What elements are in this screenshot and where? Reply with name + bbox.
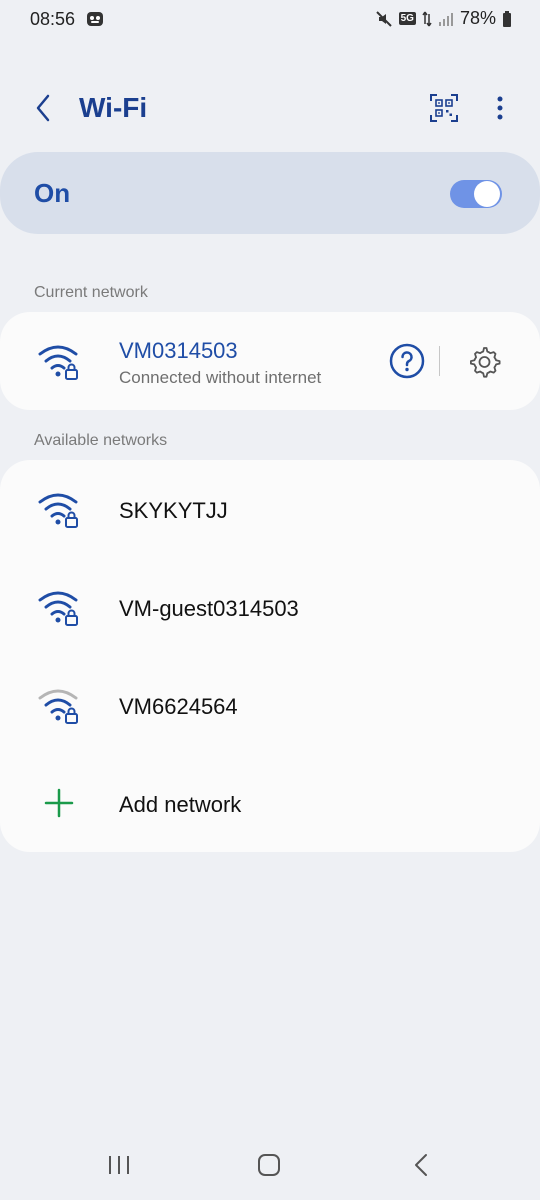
question-circle-icon bbox=[389, 343, 425, 379]
plus-icon bbox=[44, 788, 74, 818]
qr-code-icon bbox=[430, 94, 458, 122]
network-type-badge: 5G bbox=[398, 12, 416, 25]
add-network-row[interactable]: Add network bbox=[0, 754, 540, 852]
available-networks-card: SKYKYTJJ VM-guest0314503 VM6624564 Add n… bbox=[0, 460, 540, 852]
help-button[interactable] bbox=[388, 342, 426, 380]
network-row-3[interactable]: VM6624564 bbox=[0, 656, 540, 754]
toggle-knob bbox=[474, 181, 500, 207]
vertical-divider bbox=[439, 346, 440, 376]
current-network-row[interactable]: VM0314503 Connected without internet bbox=[0, 312, 540, 410]
home-icon[interactable] bbox=[254, 1150, 284, 1180]
network-row-2[interactable]: VM-guest0314503 bbox=[0, 558, 540, 656]
wifi-toggle-switch[interactable] bbox=[450, 180, 502, 208]
add-network-label: Add network bbox=[119, 792, 242, 817]
network-name: VM-guest0314503 bbox=[119, 596, 299, 621]
battery-percent: 78% bbox=[459, 8, 496, 28]
network-name: VM6624564 bbox=[119, 694, 238, 719]
status-bar: 08:56 5G 78% bbox=[0, 0, 540, 40]
wifi-lock-icon bbox=[38, 345, 78, 380]
back-icon[interactable] bbox=[406, 1150, 436, 1180]
wifi-lock-icon bbox=[38, 689, 78, 724]
wifi-toggle-card[interactable]: On bbox=[0, 152, 540, 234]
battery-icon bbox=[503, 10, 511, 27]
back-arrow-icon bbox=[36, 94, 50, 122]
status-time: 08:56 bbox=[30, 9, 76, 29]
network-name: SKYKYTJJ bbox=[119, 498, 228, 523]
more-vertical-icon bbox=[497, 96, 503, 120]
gear-icon bbox=[470, 347, 501, 378]
current-network-name: VM0314503 bbox=[119, 338, 238, 363]
toggle-label: On bbox=[34, 178, 71, 208]
mute-icon bbox=[375, 10, 392, 27]
page-title: Wi-Fi bbox=[79, 92, 148, 123]
available-networks-heading: Available networks bbox=[34, 432, 168, 449]
back-button[interactable] bbox=[28, 92, 60, 124]
status-right: 5G 78% bbox=[375, 8, 512, 29]
navigation-bar bbox=[0, 1130, 540, 1200]
wifi-lock-icon bbox=[38, 591, 78, 626]
network-row-1[interactable]: SKYKYTJJ bbox=[0, 460, 540, 558]
qr-code-button[interactable] bbox=[428, 92, 460, 124]
notification-app-icon bbox=[87, 12, 103, 26]
app-header: Wi-Fi bbox=[0, 80, 540, 136]
network-settings-button[interactable] bbox=[466, 344, 502, 380]
more-options-button[interactable] bbox=[490, 92, 510, 124]
current-network-card: VM0314503 Connected without internet bbox=[0, 312, 540, 410]
current-network-status: Connected without internet bbox=[119, 368, 322, 387]
data-arrows-icon bbox=[422, 11, 432, 26]
wifi-lock-icon bbox=[38, 493, 78, 528]
signal-icon bbox=[438, 12, 453, 26]
recent-apps-icon[interactable] bbox=[104, 1150, 134, 1180]
current-network-heading: Current network bbox=[34, 284, 148, 301]
